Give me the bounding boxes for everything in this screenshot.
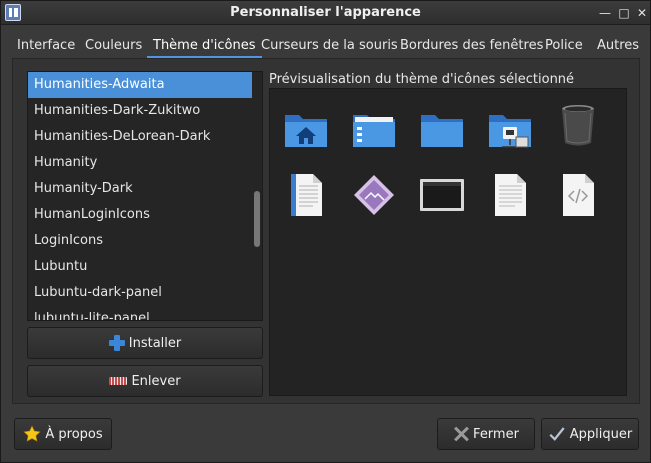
list-item[interactable]: lubuntu-lite-panel [28,306,262,320]
tab-icon-theme[interactable]: Thème d'icônes [147,26,262,58]
trash-icon [562,105,594,146]
checkmark-icon [549,427,565,441]
document-icon [495,174,526,216]
tab-bar: Interface Couleurs Thème d'icônes Curseu… [1,26,650,58]
list-item[interactable]: Humanities-Adwaita [28,72,262,98]
tab-window-borders[interactable]: Bordures des fenêtres [400,26,543,58]
remove-button[interactable]: Enlever [27,365,263,397]
image-document-icon [354,175,394,215]
close-button[interactable]: Fermer [437,418,535,450]
list-item[interactable]: LoginIcons [28,228,262,254]
list-item[interactable]: Lubuntu-dark-panel [28,280,262,306]
maximize-icon[interactable]: □ [615,4,633,22]
desktop-folder-icon [353,115,395,147]
title-bar[interactable]: Personnaliser l'apparence — □ ✕ [1,1,650,25]
tab-font[interactable]: Police [545,26,583,58]
tab-mouse-cursors[interactable]: Curseurs de la souris [261,26,398,58]
preview-label: Prévisualisation du thème d'icônes sélec… [269,72,575,87]
apply-button[interactable]: Appliquer [541,418,639,450]
list-item[interactable]: Lubuntu [28,254,262,280]
star-icon [23,425,41,442]
list-item[interactable]: Humanity [28,150,262,176]
minimize-icon[interactable]: — [596,4,614,22]
window-title: Personnaliser l'apparence [230,5,421,20]
customize-appearance-window: Personnaliser l'apparence — □ ✕ Interfac… [0,0,651,463]
tab-interface[interactable]: Interface [17,26,75,58]
computer-monitor-icon [420,179,464,211]
about-button[interactable]: À propos [14,418,112,450]
home-folder-icon [285,115,327,147]
remove-icon [109,377,128,385]
network-folder-icon [489,115,531,148]
plus-icon [108,335,125,351]
icon-preview-area [269,88,627,396]
list-item[interactable]: Humanities-DeLorean-Dark [28,124,262,150]
icon-theme-list[interactable]: Humanities-Adwaita Humanities-Dark-Zukit… [27,71,263,321]
list-item[interactable]: Humanity-Dark [28,176,262,202]
install-button[interactable]: Installer [27,327,263,359]
tab-colors[interactable]: Couleurs [85,26,142,58]
scroll-thumb[interactable] [254,191,260,247]
close-icon [453,426,469,442]
list-item[interactable]: HumanLoginIcons [28,202,262,228]
close-window-icon[interactable]: ✕ [633,4,651,22]
folder-icon [421,115,463,147]
code-document-icon [563,174,594,216]
list-scrollbar[interactable] [252,72,262,320]
text-document-icon [291,174,322,216]
tab-others[interactable]: Autres [597,26,639,58]
icon-theme-panel: Humanities-Adwaita Humanities-Dark-Zukit… [12,58,640,404]
list-item[interactable]: Humanities-Dark-Zukitwo [28,98,262,124]
